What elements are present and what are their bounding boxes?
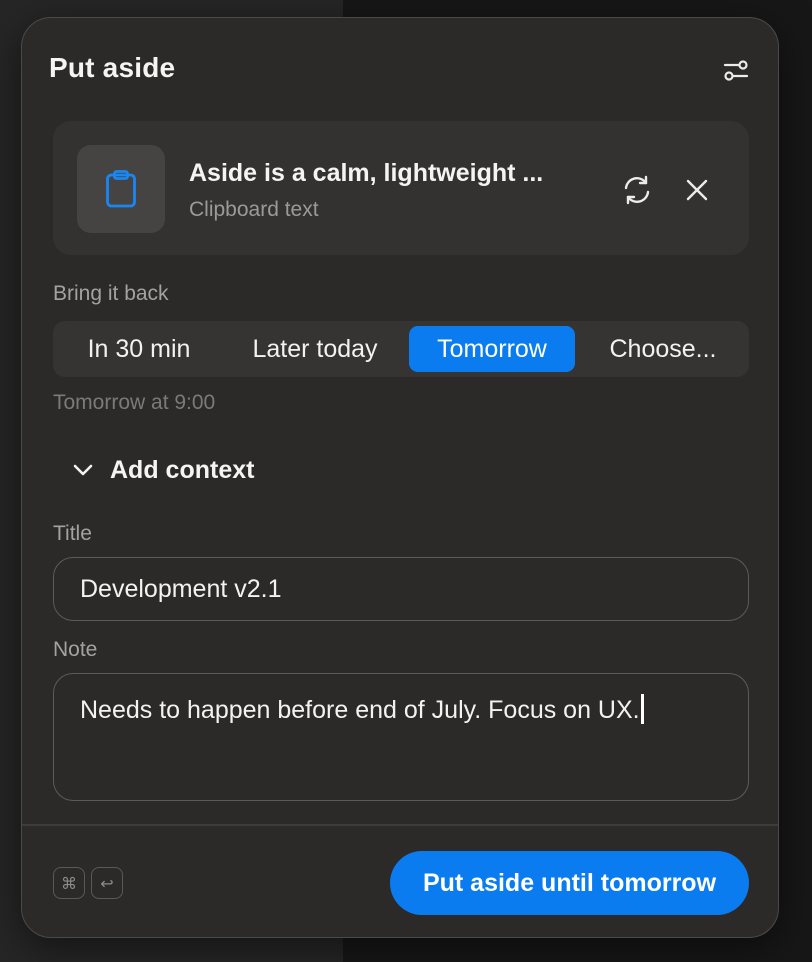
add-context-label: Add context [110, 455, 255, 484]
panel-title: Put aside [49, 52, 176, 83]
refresh-icon [624, 175, 650, 205]
item-card: Aside is a calm, lightweight ... Clipboa… [53, 121, 749, 255]
option-tomorrow[interactable]: Tomorrow [409, 326, 575, 372]
remove-item-button[interactable] [679, 172, 715, 208]
option-later-today[interactable]: Later today [227, 326, 403, 372]
note-textarea[interactable]: Needs to happen before end of July. Focu… [53, 673, 749, 801]
settings-button[interactable] [720, 54, 752, 86]
title-input-value: Development v2.1 [80, 574, 282, 603]
add-context-toggle[interactable]: Add context [72, 454, 254, 486]
refresh-button[interactable] [619, 172, 655, 208]
schedule-hint: Tomorrow at 9:00 [53, 391, 216, 414]
option-in-30-min[interactable]: In 30 min [61, 326, 217, 372]
item-icon-container [77, 145, 165, 233]
item-subtitle: Clipboard text [189, 198, 319, 221]
option-choose[interactable]: Choose... [585, 326, 741, 372]
return-key-hint: ↩ [91, 867, 123, 899]
command-key-hint: ⌘ [53, 867, 85, 899]
note-textarea-value: Needs to happen before end of July. Focu… [80, 696, 640, 724]
title-input[interactable]: Development v2.1 [53, 557, 749, 621]
put-aside-button[interactable]: Put aside until tomorrow [390, 851, 749, 915]
clipboard-icon [106, 170, 136, 208]
note-field-label: Note [53, 638, 98, 661]
item-title: Aside is a calm, lightweight ... [189, 159, 544, 187]
text-caret [640, 694, 644, 724]
bring-back-label: Bring it back [53, 282, 169, 305]
sliders-icon [723, 60, 749, 81]
chevron-down-icon [73, 464, 93, 476]
footer-divider [22, 824, 778, 826]
close-icon [686, 179, 708, 201]
put-aside-panel: Put aside Aside is a calm, lightweight .… [21, 17, 779, 938]
title-field-label: Title [53, 522, 92, 545]
bring-back-segmented-control: In 30 min Later today Tomorrow Choose... [53, 321, 749, 377]
